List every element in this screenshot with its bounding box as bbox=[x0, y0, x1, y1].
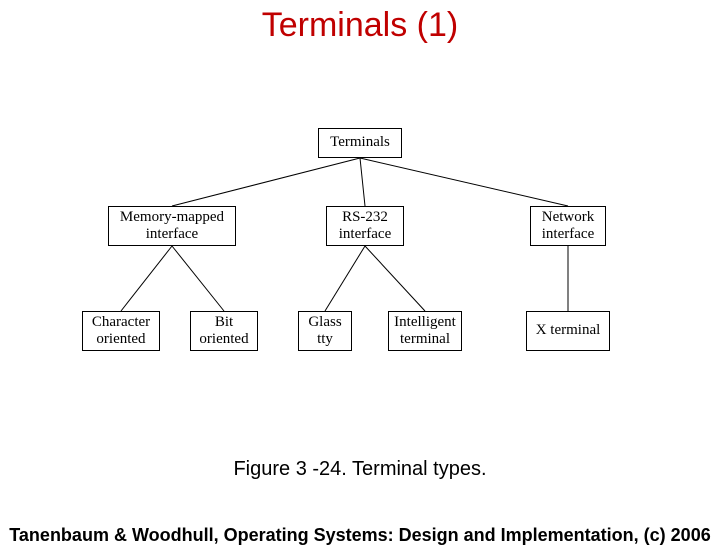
page-title: Terminals (1) bbox=[0, 6, 720, 45]
node-x-terminal: X terminal bbox=[526, 311, 610, 351]
tree-diagram: Terminals Memory-mapped interface RS-232… bbox=[0, 106, 720, 406]
node-intelligent-terminal: Intelligent terminal bbox=[388, 311, 462, 351]
node-character-oriented: Character oriented bbox=[82, 311, 160, 351]
node-glass-tty: Glass tty bbox=[298, 311, 352, 351]
node-terminals: Terminals bbox=[318, 128, 402, 158]
node-bit-oriented: Bit oriented bbox=[190, 311, 258, 351]
figure-caption: Figure 3 -24. Terminal types. bbox=[0, 458, 720, 481]
node-network: Network interface bbox=[530, 206, 606, 246]
node-memory-mapped: Memory-mapped interface bbox=[108, 206, 236, 246]
footer-citation: Tanenbaum & Woodhull, Operating Systems:… bbox=[0, 525, 720, 546]
node-rs232: RS-232 interface bbox=[326, 206, 404, 246]
